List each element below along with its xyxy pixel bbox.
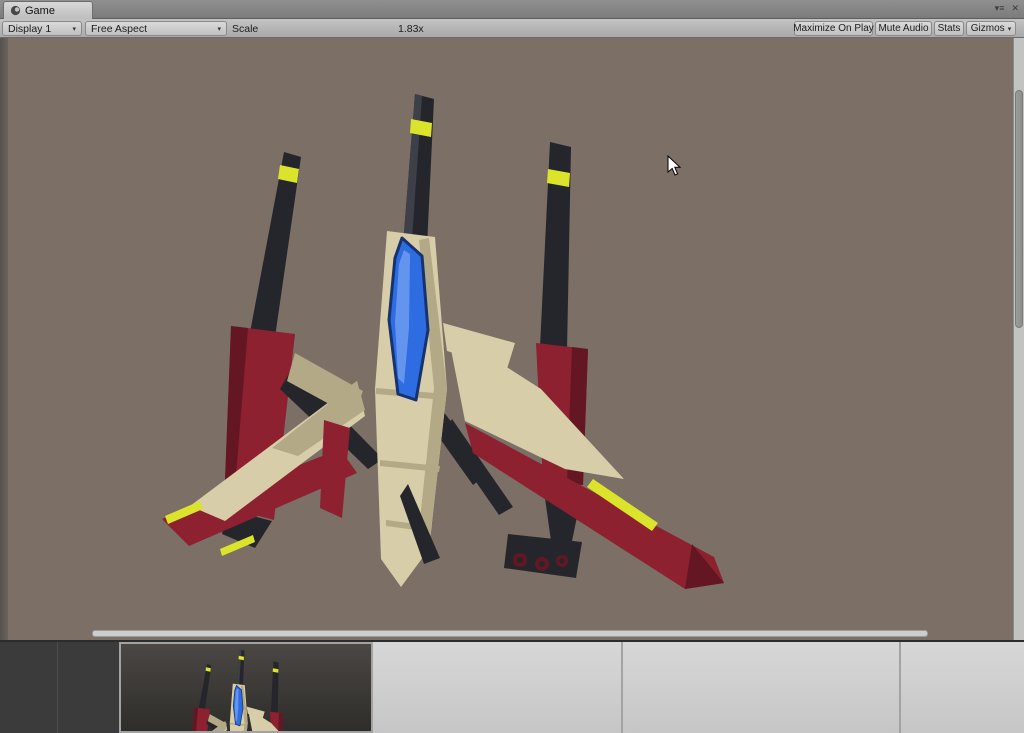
display-dropdown-label: Display 1 [8, 22, 52, 35]
asset-preview-tile[interactable] [119, 642, 373, 733]
mouse-cursor-icon [667, 155, 682, 176]
asset-preview-thumbnail [176, 649, 318, 731]
horizontal-scrollbar-thumb[interactable] [92, 630, 928, 637]
stats-label: Stats [937, 23, 961, 34]
chevron-down-icon: ▾ [217, 25, 221, 33]
window-edge [0, 38, 8, 640]
tab-menu-icon[interactable]: ▾≡ [995, 1, 1005, 15]
tab-close-icon[interactable]: ✕ [1011, 1, 1019, 15]
maximize-on-play-label: Maximize On Play [793, 23, 874, 34]
bottom-panel [0, 640, 1024, 733]
mute-audio-label: Mute Audio [878, 23, 929, 34]
mute-audio-button[interactable]: Mute Audio [875, 21, 932, 36]
chevron-down-icon: ▾ [1007, 25, 1012, 33]
chevron-down-icon: ▾ [72, 25, 76, 33]
column-divider [899, 642, 901, 733]
game-tab[interactable]: Game [3, 1, 93, 19]
tab-bar: Game ▾≡ ✕ [0, 0, 1024, 19]
scale-value: 1.83x [398, 23, 424, 35]
scale-label: Scale [232, 23, 259, 35]
game-view-toolbar: Display 1 ▾ Free Aspect ▾ Scale 1.83x Ma… [0, 19, 1024, 51]
maximize-on-play-button[interactable]: Maximize On Play [793, 21, 874, 36]
side-panel-divider [57, 642, 58, 733]
game-tab-label: Game [25, 4, 55, 17]
aspect-ratio-label: Free Aspect [91, 22, 148, 35]
column-divider [621, 642, 623, 733]
display-dropdown[interactable]: Display 1 ▾ [2, 21, 82, 36]
aspect-ratio-dropdown[interactable]: Free Aspect ▾ [85, 21, 227, 36]
vertical-scrollbar-thumb[interactable] [1015, 90, 1023, 328]
unity-game-icon [10, 5, 21, 16]
vertical-scrollbar[interactable] [1013, 38, 1024, 640]
stats-button[interactable]: Stats [934, 21, 964, 36]
side-panel [0, 642, 119, 733]
gizmos-label: Gizmos [970, 23, 1005, 34]
gizmos-dropdown[interactable]: Gizmos ▾ [966, 21, 1016, 36]
game-viewport[interactable] [0, 38, 1024, 640]
spaceship-render [160, 92, 726, 591]
